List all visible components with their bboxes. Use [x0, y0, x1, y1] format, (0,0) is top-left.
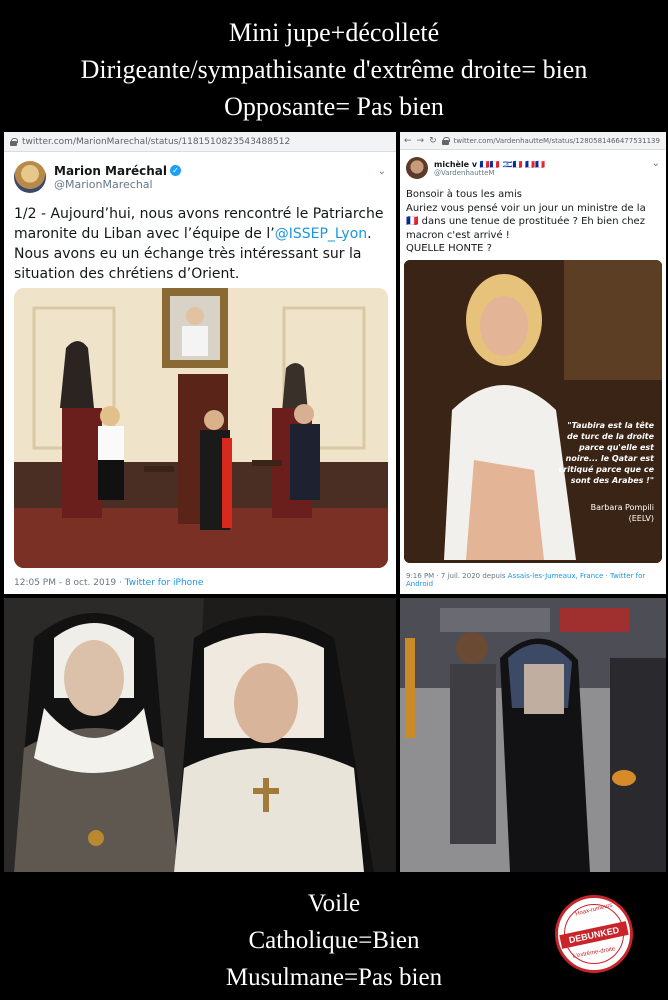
- tweet-author-handle[interactable]: @VardenhautteM: [434, 169, 545, 177]
- photo-quote-attribution: Barbara Pompili (EELV): [591, 502, 654, 524]
- tweet-meta: 9:16 PM · 7 juil. 2020 depuis Assais-les…: [406, 572, 666, 588]
- tweet-header: michèle v 🇫🇷🇫🇷 🇮🇱🇫🇷 🇫🇷🇫🇷 @VardenhautteM …: [400, 150, 666, 186]
- avatar[interactable]: [406, 157, 428, 179]
- quote-author: Barbara Pompili: [590, 503, 654, 512]
- top-banner-line-3: Opposante= Pas bien: [224, 92, 444, 121]
- lock-icon: [10, 137, 18, 146]
- tweet-text: 1/2 - Aujourd’hui, nous avons rencontré …: [4, 202, 396, 284]
- address-bar[interactable]: twitter.com/MarionMarechal/status/118151…: [4, 132, 396, 152]
- nuns-illustration: [4, 598, 396, 872]
- street-illustration: [400, 598, 666, 872]
- tweet-place-link[interactable]: Assais-les-Jumeaux, France: [508, 572, 604, 580]
- top-banner-line-2: Dirigeante/sympathisante d'extrême droit…: [80, 55, 588, 84]
- chevron-down-icon[interactable]: ⌄: [652, 158, 660, 169]
- avatar[interactable]: [14, 161, 46, 193]
- street-photo: [400, 598, 666, 872]
- debunked-stamp-logo: DEBUNKED Hoax-rumeurs L'extrême-droite: [555, 895, 633, 973]
- tweet-source-link[interactable]: Twitter for iPhone: [125, 578, 204, 588]
- lock-icon: [441, 136, 450, 145]
- tweet-photo-pompili[interactable]: "Taubira est la tête de turc de la droit…: [404, 260, 662, 563]
- tweet-author-name[interactable]: michèle v 🇫🇷🇫🇷 🇮🇱🇫🇷 🇫🇷🇫🇷: [434, 160, 545, 169]
- tweet-header: Marion Maréchal ✓ @MarionMarechal ⌄: [4, 152, 396, 202]
- photo-quote: "Taubira est la tête de turc de la droit…: [558, 421, 654, 485]
- address-bar[interactable]: ← → ↻ twitter.com/VardenhautteM/status/1…: [400, 132, 666, 150]
- tweet-timestamp[interactable]: 9:16 PM · 7 juil. 2020 depuis: [406, 572, 508, 580]
- michele-v-tweet: ← → ↻ twitter.com/VardenhautteM/status/1…: [400, 132, 666, 594]
- tweet-author-handle[interactable]: @MarionMarechal: [54, 178, 181, 191]
- quote-party: (EELV): [628, 514, 654, 523]
- address-bar-url: twitter.com/VardenhautteM/status/1280581…: [453, 136, 660, 145]
- mention-link[interactable]: @ISSEP_Lyon: [275, 226, 367, 242]
- tweet-timestamp[interactable]: 12:05 PM - 8 oct. 2019 ·: [14, 578, 125, 588]
- forward-arrow-icon[interactable]: →: [417, 136, 425, 146]
- reload-icon[interactable]: ↻: [429, 136, 437, 146]
- top-banner-line-1: Mini jupe+décolleté: [228, 18, 440, 47]
- top-banner: Mini jupe+décolleté Dirigeante/sympathis…: [0, 0, 668, 132]
- tweet-meta: 12:05 PM - 8 oct. 2019 · Twitter for iPh…: [14, 578, 203, 588]
- address-bar-url: twitter.com/MarionMarechal/status/118151…: [22, 136, 291, 147]
- author-name-text: Marion Maréchal: [54, 163, 167, 178]
- marion-marechal-tweet: twitter.com/MarionMarechal/status/118151…: [4, 132, 396, 594]
- meta-separator: ·: [603, 572, 610, 580]
- back-arrow-icon[interactable]: ←: [404, 136, 412, 146]
- bottom-banner-line-3: Musulmane=Pas bien: [225, 964, 443, 991]
- tweet-photo-meeting[interactable]: [14, 288, 388, 568]
- tweet-text: Bonsoir à tous les amis Auriez vous pens…: [406, 189, 646, 254]
- nuns-photo: [4, 598, 396, 872]
- chevron-down-icon[interactable]: ⌄: [378, 166, 386, 177]
- verified-badge-icon: ✓: [170, 165, 181, 176]
- tweet-author-name[interactable]: Marion Maréchal ✓: [54, 164, 181, 178]
- meeting-photo-illustration: [14, 288, 388, 568]
